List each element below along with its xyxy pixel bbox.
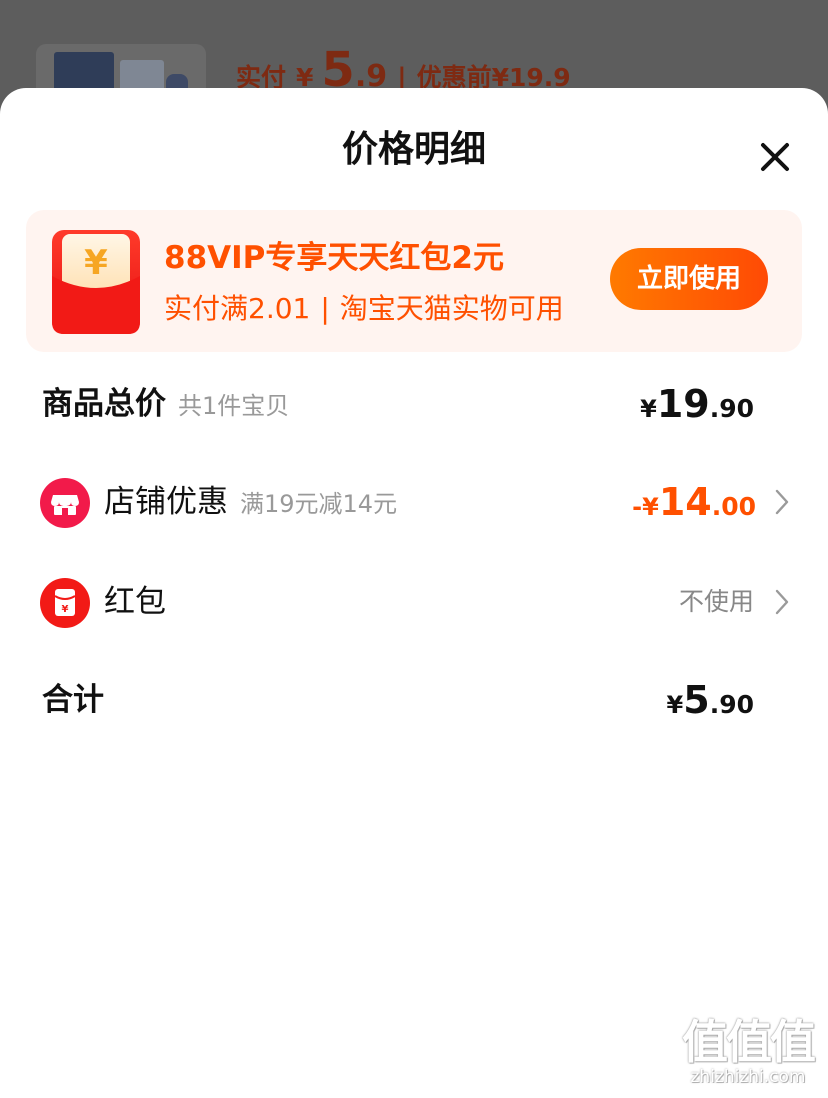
red-packet-label: 红包 [104,584,166,620]
svg-text:¥: ¥ [62,604,69,615]
total-label: 合计 [42,682,104,718]
watermark-url: zhizhizhi.com [690,1067,806,1087]
promo-subtitle: 实付满2.01 | 淘宝天猫实物可用 [164,290,564,328]
subtotal-item-count: 共1件宝贝 [178,392,290,420]
svg-text:¥: ¥ [84,243,108,283]
subtotal-row: 商品总价 共1件宝贝 ¥19.90 [0,374,828,434]
promo-title: 88VIP专享天天红包2元 [164,240,504,276]
watermark: 值值值 zhizhizhi.com [676,1018,820,1088]
red-packet-status: 不使用 [678,587,754,616]
red-packet-icon: ¥ [40,578,90,628]
close-button[interactable] [752,134,798,180]
price-detail-sheet: 价格明细 ¥ 88VIP专享天天红包2元 实付满2.01 | 淘宝天猫实物可用 … [0,88,828,1098]
promo-separator: | [320,292,330,325]
promo-scope: 淘宝天猫实物可用 [339,292,564,325]
subtotal-label: 商品总价 共1件宝贝 [42,386,290,422]
promo-condition: 实付满2.01 [164,292,311,325]
watermark-logo: 值值值 [682,1015,816,1069]
chevron-right-icon[interactable] [774,588,790,616]
red-packet-icon: ¥ [52,230,140,334]
total-price: ¥5.90 [666,678,754,722]
use-now-button[interactable]: 立即使用 [610,248,768,310]
close-icon [761,143,789,171]
store-icon [40,478,90,528]
chevron-right-icon[interactable] [774,488,790,516]
store-discount-row[interactable]: 店铺优惠 满19元减14元 -¥14.00 [0,472,828,532]
total-row: 合计 ¥5.90 [0,670,828,730]
store-discount-rule: 满19元减14元 [240,490,398,518]
store-discount-amount: -¥14.00 [632,480,756,524]
subtotal-price: ¥19.90 [640,382,754,426]
red-packet-row[interactable]: ¥ 红包 不使用 [0,572,828,632]
store-discount-label: 店铺优惠 满19元减14元 [104,484,398,520]
sheet-title: 价格明细 [341,129,486,170]
vip-red-packet-promo: ¥ 88VIP专享天天红包2元 实付满2.01 | 淘宝天猫实物可用 立即使用 [26,210,802,352]
